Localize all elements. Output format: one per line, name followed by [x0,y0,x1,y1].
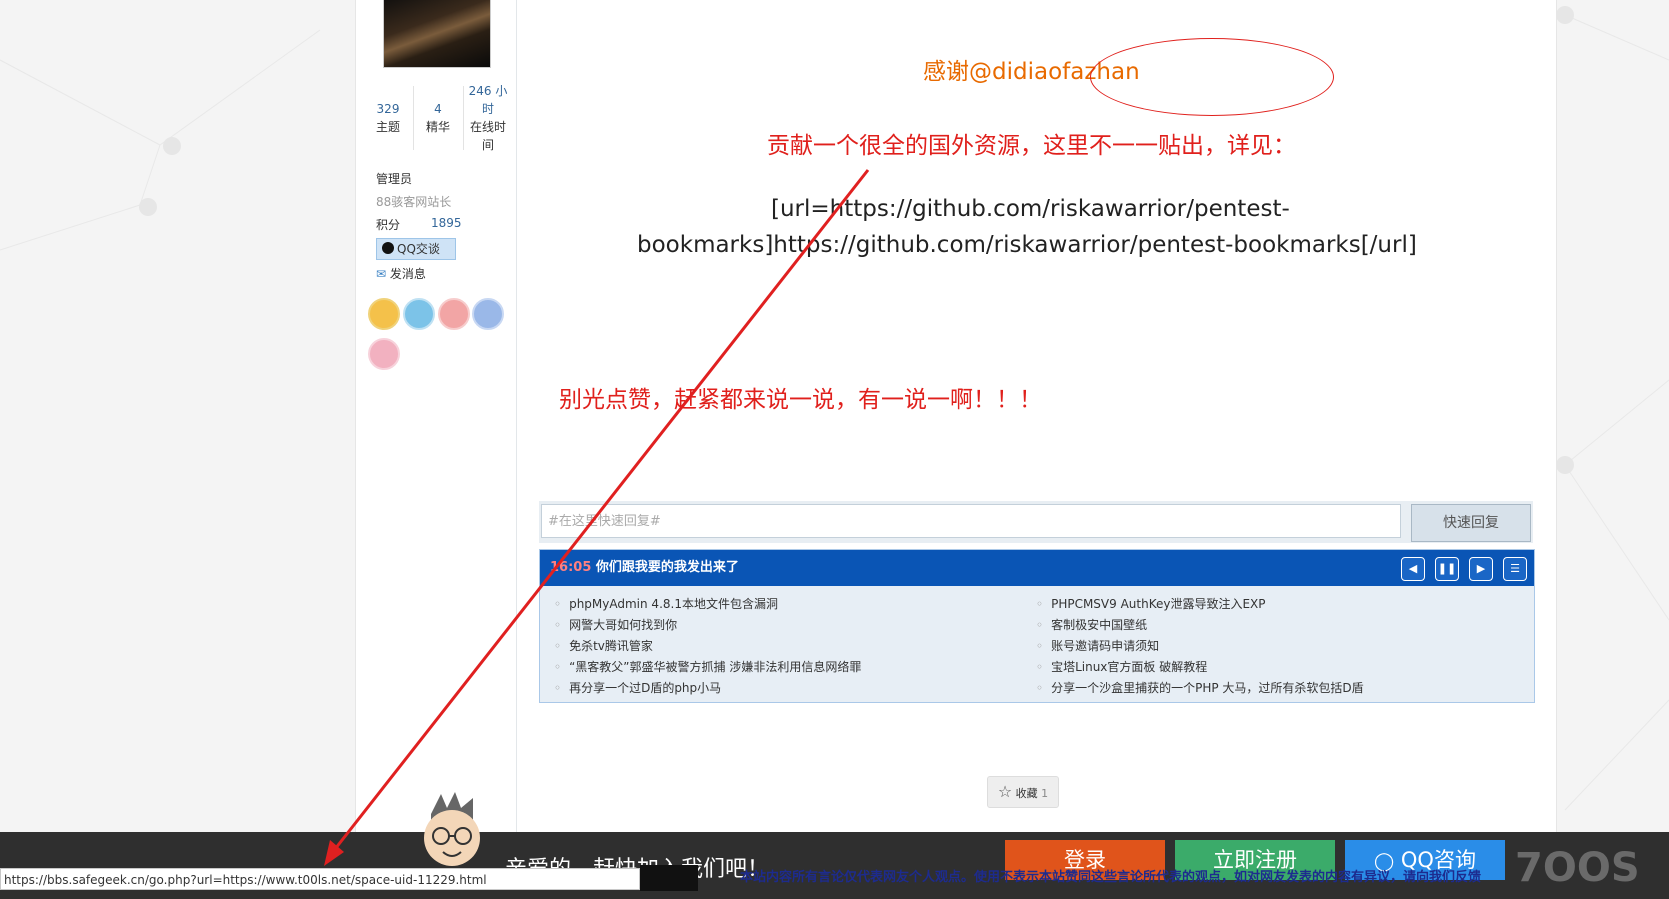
send-message-label: 发消息 [389,267,426,281]
post-container: 329 主题 4 精华 246 小时 在线时间 管理员 88骇客网站长 积分 1… [355,0,1557,832]
news-list: phpMyAdmin 4.8.1本地文件包含漏洞 网警大哥如何找到你 免杀tv腾… [540,586,1534,702]
highlight-ellipse [1090,38,1334,116]
list-item[interactable]: 账号邀请码申请须知 [1036,636,1159,656]
qq-chat-button[interactable]: QQ交谈 [376,238,456,260]
quick-reply-bar: #在这里快速回复# 快速回复 [539,501,1533,543]
list-item[interactable]: 免杀tv腾讯管家 [554,636,653,656]
mascot-icon [424,792,480,866]
user-role: 管理员 [376,172,413,186]
stat-threads[interactable]: 329 主题 [366,100,410,136]
contribute-text: 贡献一个很全的国外资源，这里不一一贴出，详见： [767,133,1296,159]
medal-icon[interactable] [438,298,470,330]
call-to-action: 别光点赞，赶紧都来说一说，有一说一啊！！！ [559,387,1042,413]
post-content: 感谢@didiaofazhan 贡献一个很全的国外资源，这里不一一贴出，详见： … [517,0,1556,832]
medal-icon[interactable] [403,298,435,330]
list-item[interactable]: PHPCMSV9 AuthKey泄露导致注入EXP [1036,594,1265,614]
pause-icon[interactable]: ❚❚ [1435,557,1459,581]
next-icon[interactable]: ▶ [1469,557,1493,581]
favorite-button[interactable]: ☆ 收藏 1 [987,776,1059,808]
author-stats: 329 主题 4 精华 246 小时 在线时间 [366,82,507,154]
list-item[interactable]: 再分享一个过D盾的php小马 [554,678,721,698]
list-item[interactable]: 宝塔Linux官方面板 破解教程 [1036,657,1207,677]
quick-reply-button[interactable]: 快速回复 [1411,504,1531,542]
list-item[interactable]: 分享一个沙盒里捕获的一个PHP 大马，过所有杀软包括D盾 [1036,678,1364,698]
qr-code [640,865,698,891]
news-time: 16:05 [550,560,592,575]
stat-digest-label: 精华 [425,120,450,134]
news-header: 16:05 你们跟我要的我发出来了 ◀ ❚❚ ▶ ☰ [540,550,1534,586]
news-headline[interactable]: 你们跟我要的我发出来了 [596,560,739,575]
news-ticker: 16:05 你们跟我要的我发出来了 ◀ ❚❚ ▶ ☰ phpMyAdmin 4.… [539,549,1535,703]
medal-icon[interactable] [368,338,400,370]
stat-threads-num: 329 [376,102,400,116]
prev-icon[interactable]: ◀ [1401,557,1425,581]
divider [463,86,464,150]
divider [413,86,414,150]
avatar[interactable] [383,0,491,68]
stat-threads-label: 主题 [375,120,400,134]
points-label: 积分 [376,218,401,232]
qq-icon [382,242,394,254]
envelope-icon: ✉ [376,267,387,281]
stat-digest[interactable]: 4 精华 [416,100,460,136]
qq-chat-label: QQ交谈 [397,242,440,256]
medal-icon[interactable] [472,298,504,330]
medal-icon[interactable] [368,298,400,330]
favorite-count: 1 [1041,787,1049,800]
list-item[interactable]: phpMyAdmin 4.8.1本地文件包含漏洞 [554,594,778,614]
url-line-1: [url=https://github.com/riskawarrior/pen… [771,196,1290,222]
site-logo: 7OOS [1515,845,1640,891]
status-bar-url: https://bbs.safegeek.cn/go.php?url=https… [0,868,640,890]
author-sidebar: 329 主题 4 精华 246 小时 在线时间 管理员 88骇客网站长 积分 1… [356,0,517,832]
list-item[interactable]: “黑客教父”郭盛华被警方抓捕 涉嫌非法利用信息网络罪 [554,657,861,677]
list-item[interactable]: 客制极安中国壁纸 [1036,615,1147,635]
list-item[interactable]: 网警大哥如何找到你 [554,615,677,635]
stat-online-label: 在线时间 [469,120,506,152]
points-value: 1895 [431,216,462,230]
favorite-label: 收藏 [1015,787,1038,800]
quick-reply-input[interactable]: #在这里快速回复# [541,504,1401,538]
url-line-2: bookmarks]https://github.com/riskawarrio… [637,232,1417,258]
user-title: 88骇客网站长 [376,195,452,209]
stat-online-num: 246 小时 [468,84,508,116]
disclaimer-text: 本站内容所有言论仅代表网友个人观点。使用不表示本站赞同这些言论所代表的观点，如对… [740,870,1482,885]
list-icon[interactable]: ☰ [1503,557,1527,581]
star-icon: ☆ [997,782,1013,801]
stat-online-time: 246 小时 在线时间 [466,82,510,154]
send-message-link[interactable]: ✉ 发消息 [376,265,426,282]
stat-digest-num: 4 [434,102,442,116]
